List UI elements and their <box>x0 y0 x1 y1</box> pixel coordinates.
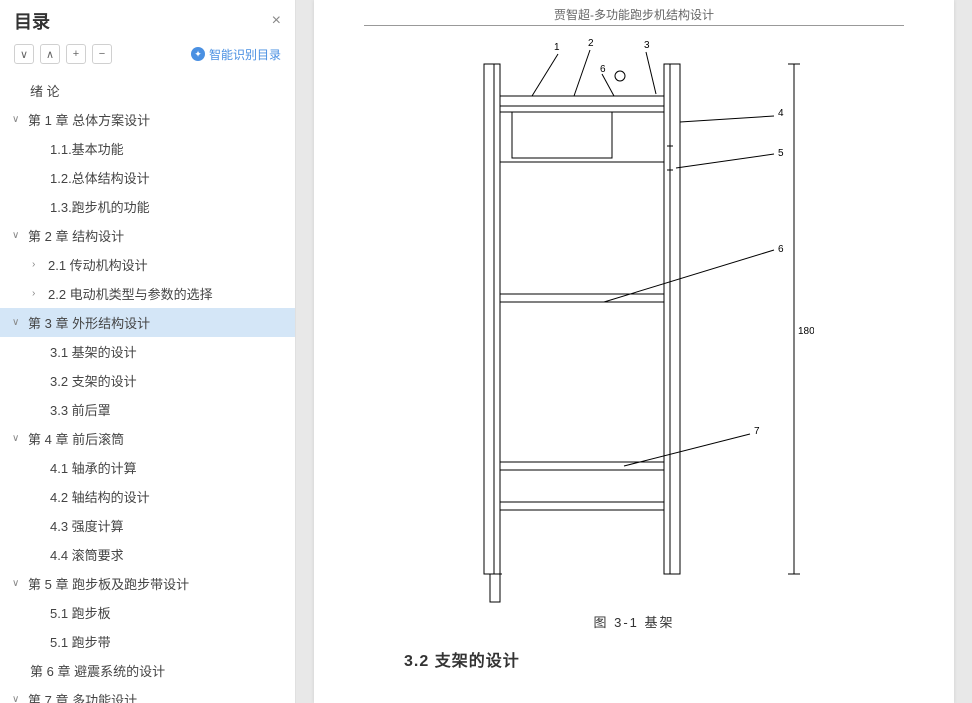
toc-list[interactable]: 绪 论∨第 1 章 总体方案设计1.1.基本功能1.2.总体结构设计1.3.跑步… <box>0 72 295 703</box>
toc-item[interactable]: 4.2 轴结构的设计 <box>0 482 295 511</box>
toc-item-label: 3.1 基架的设计 <box>50 342 137 361</box>
toc-item-label: 4.1 轴承的计算 <box>50 458 137 477</box>
toc-item[interactable]: 4.3 强度计算 <box>0 511 295 540</box>
toc-item[interactable]: ›2.2 电动机类型与参数的选择 <box>0 279 295 308</box>
toc-item-label: 1.1.基本功能 <box>50 139 124 158</box>
sidebar-header: 目录 × <box>0 0 295 40</box>
document-viewport[interactable]: 贾智超-多功能跑步机结构设计 <box>296 0 972 703</box>
toc-item[interactable]: ∨第 5 章 跑步板及跑步带设计 <box>0 569 295 598</box>
close-icon[interactable]: × <box>272 12 281 30</box>
toc-item[interactable]: 5.1 跑步板 <box>0 598 295 627</box>
chevron-right-icon[interactable]: › <box>32 288 48 299</box>
toc-item-label: 3.3 前后罩 <box>50 400 111 419</box>
chevron-down-icon[interactable]: ∨ <box>12 578 28 589</box>
toc-item-label: 第 3 章 外形结构设计 <box>28 313 150 332</box>
toc-item[interactable]: ∨第 1 章 总体方案设计 <box>0 105 295 134</box>
toc-item-label: 第 4 章 前后滚筒 <box>28 429 124 448</box>
toc-item[interactable]: 3.2 支架的设计 <box>0 366 295 395</box>
toc-item-label: 5.1 跑步板 <box>50 603 111 622</box>
label-3: 3 <box>644 40 650 51</box>
ai-icon: ✦ <box>191 47 205 61</box>
ai-toc-button[interactable]: ✦ 智能识别目录 <box>191 46 281 63</box>
toc-item-label: 1.2.总体结构设计 <box>50 168 150 187</box>
chevron-down-icon[interactable]: ∨ <box>12 317 28 328</box>
label-2: 2 <box>588 38 594 49</box>
toc-item[interactable]: 4.1 轴承的计算 <box>0 453 295 482</box>
label-4: 4 <box>778 108 784 119</box>
app-container: 目录 × ∨ ∧ + − ✦ 智能识别目录 绪 论∨第 1 章 总体方案设计1.… <box>0 0 972 703</box>
label-6: 6 <box>778 244 784 255</box>
toc-sidebar: 目录 × ∨ ∧ + − ✦ 智能识别目录 绪 论∨第 1 章 总体方案设计1.… <box>0 0 296 703</box>
toc-item-label: 第 1 章 总体方案设计 <box>28 110 150 129</box>
toc-item[interactable]: 5.1 跑步带 <box>0 627 295 656</box>
toc-item-label: 第 6 章 避震系统的设计 <box>30 661 165 680</box>
collapse-button[interactable]: − <box>92 44 112 64</box>
chevron-down-icon[interactable]: ∨ <box>12 230 28 241</box>
toc-title: 目录 <box>14 8 50 34</box>
toc-item-label: 第 5 章 跑步板及跑步带设计 <box>28 574 189 593</box>
page-header: 贾智超-多功能跑步机结构设计 <box>364 4 904 26</box>
toc-item-label: 4.4 滚筒要求 <box>50 545 124 564</box>
figure-diagram: 1 2 6 3 4 5 6 7 1800 <box>454 34 814 604</box>
ai-toc-label: 智能识别目录 <box>209 46 281 63</box>
toc-item[interactable]: ›2.1 传动机构设计 <box>0 250 295 279</box>
toc-item[interactable]: ∨第 3 章 外形结构设计 <box>0 308 295 337</box>
toc-item[interactable]: 第 6 章 避震系统的设计 <box>0 656 295 685</box>
toc-item[interactable]: 绪 论 <box>0 76 295 105</box>
toc-item-label: 第 2 章 结构设计 <box>28 226 124 245</box>
toc-item[interactable]: 1.1.基本功能 <box>0 134 295 163</box>
toc-item-label: 1.3.跑步机的功能 <box>50 197 150 216</box>
toc-item-label: 绪 论 <box>30 81 60 100</box>
toc-item[interactable]: 1.2.总体结构设计 <box>0 163 295 192</box>
collapse-down-button[interactable]: ∧ <box>40 44 60 64</box>
chevron-right-icon[interactable]: › <box>32 259 48 270</box>
label-6a: 6 <box>600 64 606 75</box>
toc-item[interactable]: ∨第 2 章 结构设计 <box>0 221 295 250</box>
label-5: 5 <box>778 148 784 159</box>
expand-button[interactable]: + <box>66 44 86 64</box>
toc-toolbar: ∨ ∧ + − ✦ 智能识别目录 <box>0 40 295 72</box>
section-heading: 3.2 支架的设计 <box>404 647 954 671</box>
toc-item-label: 2.1 传动机构设计 <box>48 255 148 274</box>
toc-item[interactable]: 3.3 前后罩 <box>0 395 295 424</box>
toc-item-label: 4.3 强度计算 <box>50 516 124 535</box>
document-page: 贾智超-多功能跑步机结构设计 <box>314 0 954 703</box>
toc-item[interactable]: 1.3.跑步机的功能 <box>0 192 295 221</box>
figure-caption: 图 3-1 基架 <box>314 612 954 631</box>
toc-item-label: 第 7 章 多功能设计 <box>28 690 137 703</box>
toc-item-label: 4.2 轴结构的设计 <box>50 487 150 506</box>
toc-item[interactable]: ∨第 4 章 前后滚筒 <box>0 424 295 453</box>
label-7: 7 <box>754 426 760 437</box>
toc-item[interactable]: 3.1 基架的设计 <box>0 337 295 366</box>
chevron-down-icon[interactable]: ∨ <box>12 114 28 125</box>
toc-item-label: 3.2 支架的设计 <box>50 371 137 390</box>
toc-item-label: 2.2 电动机类型与参数的选择 <box>48 284 213 303</box>
collapse-up-button[interactable]: ∨ <box>14 44 34 64</box>
label-1: 1 <box>554 42 560 53</box>
dim-1800: 1800 <box>798 326 814 337</box>
toc-item[interactable]: ∨第 7 章 多功能设计 <box>0 685 295 703</box>
toc-item-label: 5.1 跑步带 <box>50 632 111 651</box>
chevron-down-icon[interactable]: ∨ <box>12 433 28 444</box>
toc-item[interactable]: 4.4 滚筒要求 <box>0 540 295 569</box>
chevron-down-icon[interactable]: ∨ <box>12 694 28 703</box>
